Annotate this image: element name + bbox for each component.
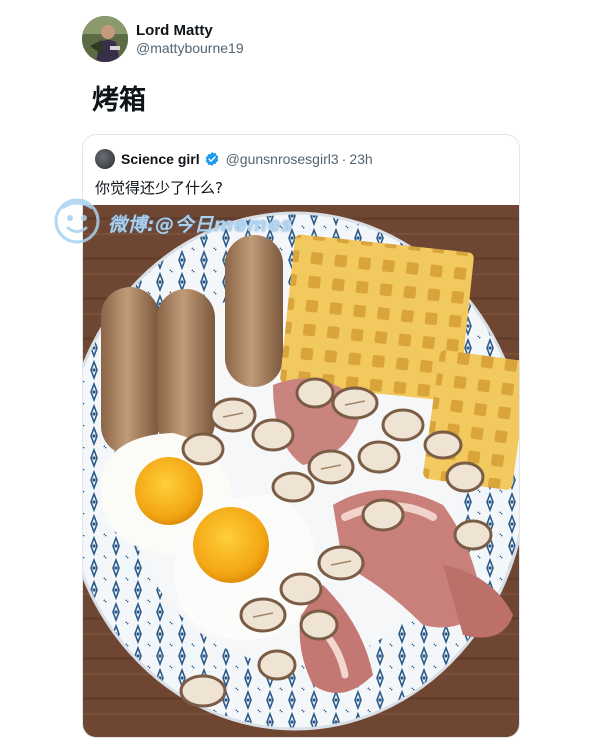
quoted-author-handle[interactable]: @gunsnrosesgirl3	[226, 151, 339, 167]
author-handle[interactable]: @mattybourne19	[136, 40, 244, 57]
quoted-tweet-time[interactable]: 23h	[349, 151, 372, 167]
quoted-author-name[interactable]: Science girl	[121, 151, 200, 167]
tweet-author: Lord Matty @mattybourne19	[82, 14, 244, 64]
quoted-tweet-header: Science girl @gunsnrosesgirl3 · 23h	[95, 149, 373, 169]
author-display-name[interactable]: Lord Matty	[136, 22, 244, 40]
breakfast-plate-photo[interactable]	[83, 205, 519, 737]
tweet-text: 烤箱	[92, 85, 146, 116]
tweet: Lord Matty @mattybourne19 烤箱 Science gir…	[0, 0, 600, 750]
avatar[interactable]	[82, 16, 128, 62]
breakfast-plate-illustration	[83, 205, 519, 737]
quoted-author-avatar[interactable]	[95, 149, 115, 169]
separator-dot: ·	[341, 151, 347, 167]
author-text: Lord Matty @mattybourne19	[136, 22, 244, 57]
verified-badge-icon	[204, 151, 220, 167]
quoted-tweet-text: 你觉得还少了什么?	[95, 179, 223, 197]
quoted-tweet-card[interactable]: Science girl @gunsnrosesgirl3 · 23h 你觉得还…	[82, 134, 520, 738]
